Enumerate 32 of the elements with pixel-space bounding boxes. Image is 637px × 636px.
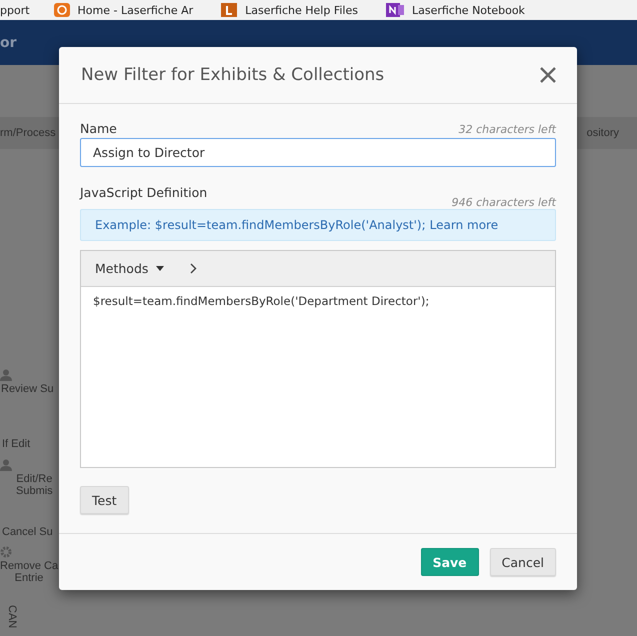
character-counter: 946 characters left <box>452 196 556 209</box>
caret-icon <box>156 266 164 271</box>
letter-logo-icon <box>221 3 238 17</box>
gear-icon <box>0 546 12 558</box>
code-text[interactable]: $result=team.findMembersByRole('Department Director'); <box>81 287 555 467</box>
diagram-label: CAN <box>6 605 18 628</box>
character-counter: 32 characters left <box>458 123 556 136</box>
dialog-title: New Filter for Exhibits & Collections <box>81 65 384 85</box>
circle-logo-icon <box>54 3 70 17</box>
diagram-label: Review Su <box>1 383 54 395</box>
diagram-label: If Edit <box>2 438 30 450</box>
close-button[interactable] <box>539 66 557 84</box>
test-button[interactable]: Test <box>80 486 129 514</box>
chevron-right-icon[interactable] <box>190 263 198 274</box>
diagram-label: Cancel Su <box>2 526 53 538</box>
example-text: Example: $result=team.findMembersByRole('Analyst'); <box>95 218 426 232</box>
app-title: or <box>0 34 17 50</box>
person-icon <box>0 369 12 381</box>
field-label: Name <box>80 121 117 136</box>
methods-dropdown[interactable]: Methods <box>95 261 164 276</box>
learn-more-link[interactable]: Learn more <box>430 218 498 232</box>
person-icon <box>0 459 12 471</box>
field-label: JavaScript Definition <box>80 185 208 200</box>
notebook-icon <box>386 3 404 17</box>
diagram-label: Edit/Re Submis <box>16 473 53 497</box>
name-input[interactable]: Assign to Director <box>80 138 556 167</box>
bookmark-link[interactable]: Home - Laserfiche Ar <box>78 4 194 16</box>
bookmark-link[interactable]: Laserfiche Notebook <box>412 4 525 16</box>
bookmark-link[interactable]: Laserfiche Help Files <box>245 4 358 16</box>
cancel-button[interactable]: Cancel <box>490 548 556 576</box>
bookmark-link[interactable]: pport <box>0 4 30 16</box>
diagram-label: Remove Ca Entrie <box>0 560 58 584</box>
